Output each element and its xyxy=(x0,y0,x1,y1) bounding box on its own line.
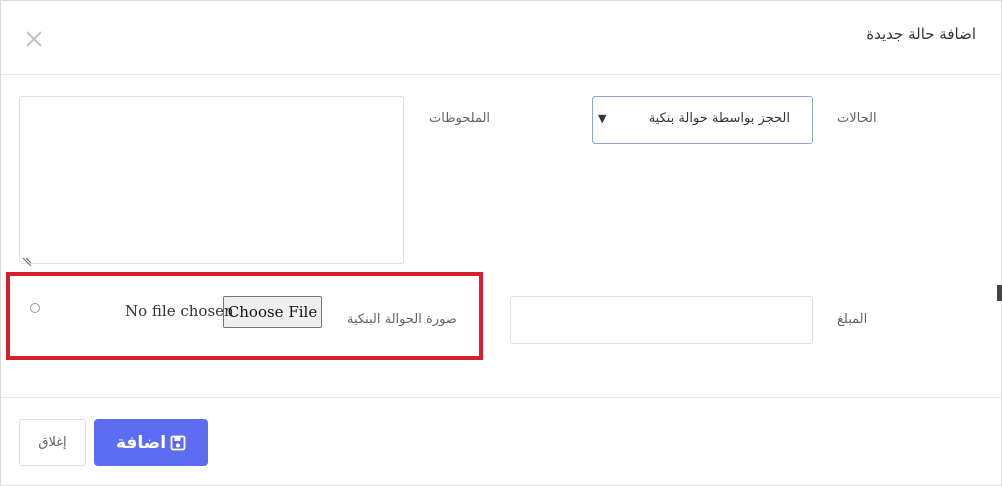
choose-file-button[interactable]: Choose File xyxy=(223,296,322,328)
resize-handle-icon[interactable] xyxy=(22,251,32,267)
add-button[interactable]: اضافة xyxy=(94,419,208,466)
floppy-disk-icon xyxy=(170,435,186,451)
amount-input[interactable] xyxy=(510,296,813,344)
amount-label: المبلغ xyxy=(837,312,868,327)
notes-textarea[interactable] xyxy=(19,96,404,267)
radio-button[interactable] xyxy=(30,303,40,313)
bank-transfer-image-label: صورة الحوالة البنكية xyxy=(347,312,457,327)
scrollbar-edge xyxy=(997,285,1002,301)
caret-down-icon: ▼ xyxy=(598,112,607,125)
file-status-text: No file chosen xyxy=(125,302,234,320)
status-select[interactable]: الحجز بواسطة حوالة بنكية ▼ xyxy=(592,96,813,144)
add-button-label: اضافة xyxy=(115,432,167,453)
modal-title: اضافة حالة جديدة xyxy=(866,25,976,43)
status-label: الحالات xyxy=(837,111,877,126)
add-status-modal: اضافة حالة جديدة الحالات الحجز بواسطة حو… xyxy=(0,0,1002,486)
modal-header: اضافة حالة جديدة xyxy=(1,1,1001,75)
close-icon[interactable] xyxy=(24,29,44,49)
close-button[interactable]: إغلاق xyxy=(19,419,86,466)
notes-label: الملحوظات xyxy=(429,111,491,126)
status-select-value: الحجز بواسطة حوالة بنكية xyxy=(648,111,790,126)
